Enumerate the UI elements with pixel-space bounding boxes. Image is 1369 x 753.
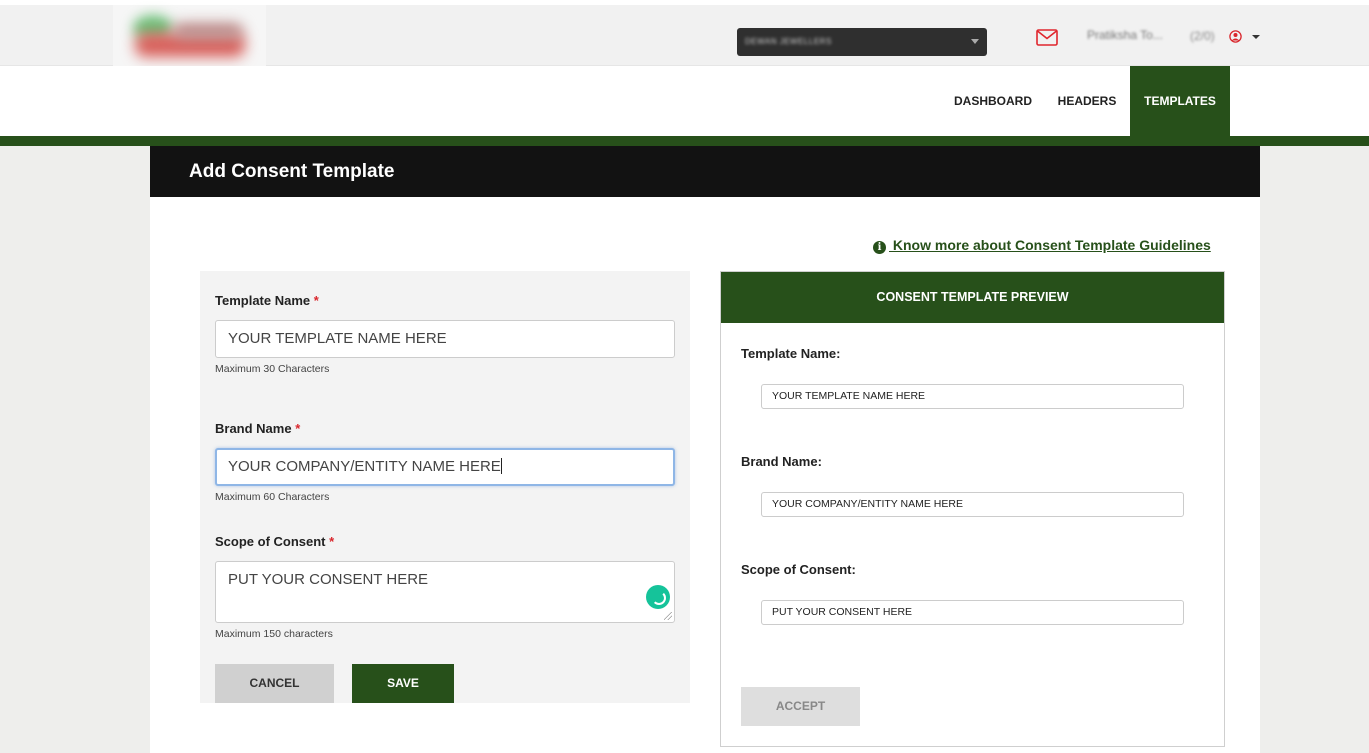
- preview-title: CONSENT TEMPLATE PREVIEW: [721, 272, 1224, 323]
- account-select-value: DEWAN JEWELLERS: [745, 37, 832, 46]
- info-icon: i: [873, 241, 886, 254]
- add-template-card: Add Consent Template i Know more about C…: [150, 146, 1260, 753]
- preview-scope-label: Scope of Consent:: [741, 562, 856, 577]
- user-menu-chevron-icon[interactable]: [1252, 35, 1260, 39]
- scope-hint: Maximum 150 characters: [215, 628, 333, 640]
- grammar-assistant-icon[interactable]: [646, 585, 670, 609]
- template-name-hint: Maximum 30 Characters: [215, 363, 330, 375]
- template-form: Template Name * YOUR TEMPLATE NAME HERE …: [200, 271, 690, 703]
- template-name-input[interactable]: YOUR TEMPLATE NAME HERE: [215, 320, 675, 358]
- brand-name-label: Brand Name *: [215, 421, 300, 436]
- required-marker: *: [313, 293, 319, 308]
- account-select[interactable]: DEWAN JEWELLERS: [737, 28, 987, 56]
- user-icon[interactable]: [1229, 30, 1242, 43]
- brand-name-input[interactable]: YOUR COMPANY/ENTITY NAME HERE: [215, 448, 675, 486]
- required-marker: *: [295, 421, 301, 436]
- main-nav: DASHBOARD HEADERS TEMPLATES: [0, 66, 1369, 136]
- nav-templates[interactable]: TEMPLATES: [1130, 66, 1230, 136]
- preview-brand-name-label: Brand Name:: [741, 454, 822, 469]
- page-title: Add Consent Template: [189, 161, 395, 182]
- nav-dashboard[interactable]: DASHBOARD: [948, 66, 1038, 136]
- chevron-down-icon: [971, 39, 979, 44]
- resize-handle-icon[interactable]: [664, 612, 672, 620]
- text-cursor: [500, 458, 502, 474]
- preview-scope-field: PUT YOUR CONSENT HERE: [761, 600, 1184, 625]
- scope-label-text: Scope of Consent: [215, 534, 326, 549]
- save-button[interactable]: SAVE: [352, 664, 454, 703]
- brand-name-label-text: Brand Name: [215, 421, 292, 436]
- guidelines-link-text: Know more about Consent Template Guideli…: [889, 237, 1211, 253]
- user-count: (2/0): [1190, 29, 1215, 43]
- top-bar: DEWAN JEWELLERS Pratiksha To... (2/0): [0, 0, 1369, 78]
- brand-name-value: YOUR COMPANY/ENTITY NAME HERE: [228, 458, 501, 475]
- card-header: Add Consent Template: [150, 146, 1260, 197]
- guidelines-link[interactable]: i Know more about Consent Template Guide…: [873, 237, 1211, 254]
- scope-label: Scope of Consent *: [215, 534, 334, 549]
- preview-brand-name-field: YOUR COMPANY/ENTITY NAME HERE: [761, 492, 1184, 517]
- scope-textarea[interactable]: PUT YOUR CONSENT HERE: [215, 561, 675, 623]
- mail-icon[interactable]: [1036, 29, 1058, 46]
- required-marker: *: [329, 534, 335, 549]
- template-name-label-text: Template Name: [215, 293, 311, 308]
- template-name-label: Template Name *: [215, 293, 319, 308]
- user-name[interactable]: Pratiksha To...: [1087, 28, 1163, 42]
- nav-headers[interactable]: HEADERS: [1048, 66, 1126, 136]
- nav-divider: [0, 136, 1369, 146]
- preview-template-name-field: YOUR TEMPLATE NAME HERE: [761, 384, 1184, 409]
- scope-value: PUT YOUR CONSENT HERE: [228, 571, 429, 588]
- preview-template-name-label: Template Name:: [741, 346, 841, 361]
- cancel-button[interactable]: CANCEL: [215, 664, 334, 703]
- accept-button[interactable]: ACCEPT: [741, 687, 860, 726]
- template-preview: CONSENT TEMPLATE PREVIEW Template Name: …: [720, 271, 1225, 747]
- brand-name-hint: Maximum 60 Characters: [215, 491, 330, 503]
